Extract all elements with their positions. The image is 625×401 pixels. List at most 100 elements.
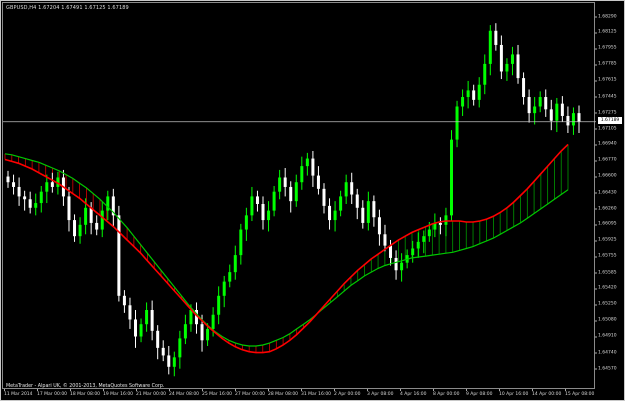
candle-body	[73, 220, 77, 237]
price-tick-label: 1.66940	[595, 141, 617, 147]
candle-body	[34, 203, 38, 208]
candle-body	[172, 357, 176, 367]
candle-body	[411, 248, 415, 256]
price-tick-label: 1.66430	[595, 190, 617, 196]
chart-plot-area[interactable]	[2, 2, 596, 390]
candle-body	[483, 63, 487, 85]
fast-ma-line	[4, 143, 569, 354]
candle-body	[244, 215, 248, 230]
price-axis[interactable]: 1.68290 1.68125 1.67955 1.67785 1.67615 1.674…	[595, 2, 625, 389]
open-value: 1.67204	[38, 5, 60, 11]
candle-body	[183, 324, 187, 339]
candle-body	[200, 324, 204, 341]
time-tick-label: 9 Apr 08:00	[466, 389, 493, 397]
candle-body	[255, 196, 259, 204]
candle-body	[217, 295, 221, 315]
price-tick-label: 1.65250	[595, 301, 617, 307]
candle-body	[461, 97, 465, 107]
time-tick-label: 11 Mar 2014	[4, 389, 33, 397]
candle-body	[161, 347, 165, 356]
candlestick-chart[interactable]	[3, 3, 596, 390]
time-axis[interactable]: 11 Mar 2014 17 Mar 00:00 18 Mar 08:00 19 Ma…	[2, 389, 595, 401]
price-tick-label: 1.66260	[595, 206, 617, 212]
candle-body	[283, 177, 287, 187]
candle-body	[89, 207, 93, 223]
candle-body	[167, 355, 171, 367]
candle-body	[549, 109, 553, 121]
price-tick-label: 1.65420	[595, 285, 617, 291]
candle-body	[45, 182, 49, 192]
price-tick-label: 1.64570	[595, 366, 617, 372]
close-value: 1.67189	[107, 5, 129, 11]
time-tick-label: 18 Mar 08:00	[70, 389, 101, 397]
candle-body	[361, 207, 365, 223]
candle-body	[122, 295, 126, 306]
candle-body	[355, 194, 359, 208]
metatrader-chart-window: GBPUSD,H4 1.67204 1.67491 1.67125 1.6718…	[0, 0, 625, 401]
candle-body	[233, 255, 237, 273]
candle-body	[17, 186, 21, 197]
candle-body	[6, 176, 10, 183]
candle-body	[322, 188, 326, 206]
candle-body	[477, 84, 481, 100]
low-value: 1.67125	[84, 5, 106, 11]
candle-body	[156, 330, 160, 348]
candle-body	[350, 182, 354, 195]
price-tick-label: 1.67615	[595, 77, 617, 83]
price-tick-label: 1.65755	[595, 253, 617, 259]
copyright-text: MetaTrader - Alpari UK, © 2001-2013, Met…	[6, 384, 165, 389]
candle-body	[305, 158, 309, 167]
candle-body	[505, 63, 509, 72]
candle-body	[311, 158, 315, 176]
candle-body	[28, 199, 32, 208]
candle-body	[294, 182, 298, 202]
candle-body	[394, 257, 398, 271]
time-tick-label: 19 Mar 16:00	[103, 389, 134, 397]
symbol-ohlc-header: GBPUSD,H4 1.67204 1.67491 1.67125 1.6718…	[6, 5, 129, 11]
candle-body	[78, 224, 82, 237]
candle-body	[494, 30, 498, 45]
time-tick-label: 31 Mar 16:00	[301, 389, 332, 397]
candle-body	[566, 115, 570, 126]
time-tick-label: 8 Apr 00:00	[433, 389, 460, 397]
candle-body	[100, 210, 104, 230]
candle-body	[278, 177, 282, 192]
candle-body	[516, 54, 520, 79]
time-tick-label: 4 Apr 16:00	[400, 389, 427, 397]
candle-body	[366, 201, 370, 223]
candle-body	[383, 234, 387, 246]
price-tick-label: 1.68125	[595, 29, 617, 35]
candle-body	[178, 338, 182, 358]
candle-body	[134, 319, 138, 337]
candle-body	[67, 196, 71, 221]
candle-body	[272, 191, 276, 211]
candle-body	[533, 106, 537, 114]
price-tick-label: 1.64740	[595, 350, 617, 356]
candle-body	[222, 281, 226, 296]
candle-body	[472, 90, 476, 100]
candle-body	[150, 310, 154, 331]
time-tick-label: 3 Apr 08:00	[367, 389, 394, 397]
candle-body	[427, 229, 431, 237]
candle-body	[389, 245, 393, 258]
candle-body	[95, 222, 99, 230]
candle-body	[339, 196, 343, 211]
candle-body	[400, 262, 404, 271]
time-tick-label: 10 Apr 16:00	[499, 389, 529, 397]
time-tick-label: 27 Mar 00:00	[235, 389, 266, 397]
price-tick-label: 1.66770	[595, 157, 617, 163]
candle-body	[544, 97, 548, 110]
price-tick-label: 1.67785	[595, 61, 617, 67]
candle-body	[145, 310, 149, 325]
price-tick-label: 1.67105	[595, 126, 617, 132]
candle-body	[344, 182, 348, 197]
candle-body	[316, 175, 320, 189]
candle-body	[560, 103, 564, 116]
candle-body	[84, 207, 88, 225]
candle-body	[416, 241, 420, 249]
time-tick-label: 24 Mar 08:00	[169, 389, 200, 397]
candle-body	[328, 205, 332, 221]
time-tick-label: 21 Mar 00:00	[136, 389, 167, 397]
time-tick-label: 25 Mar 16:00	[202, 389, 233, 397]
candle-body	[23, 196, 27, 200]
